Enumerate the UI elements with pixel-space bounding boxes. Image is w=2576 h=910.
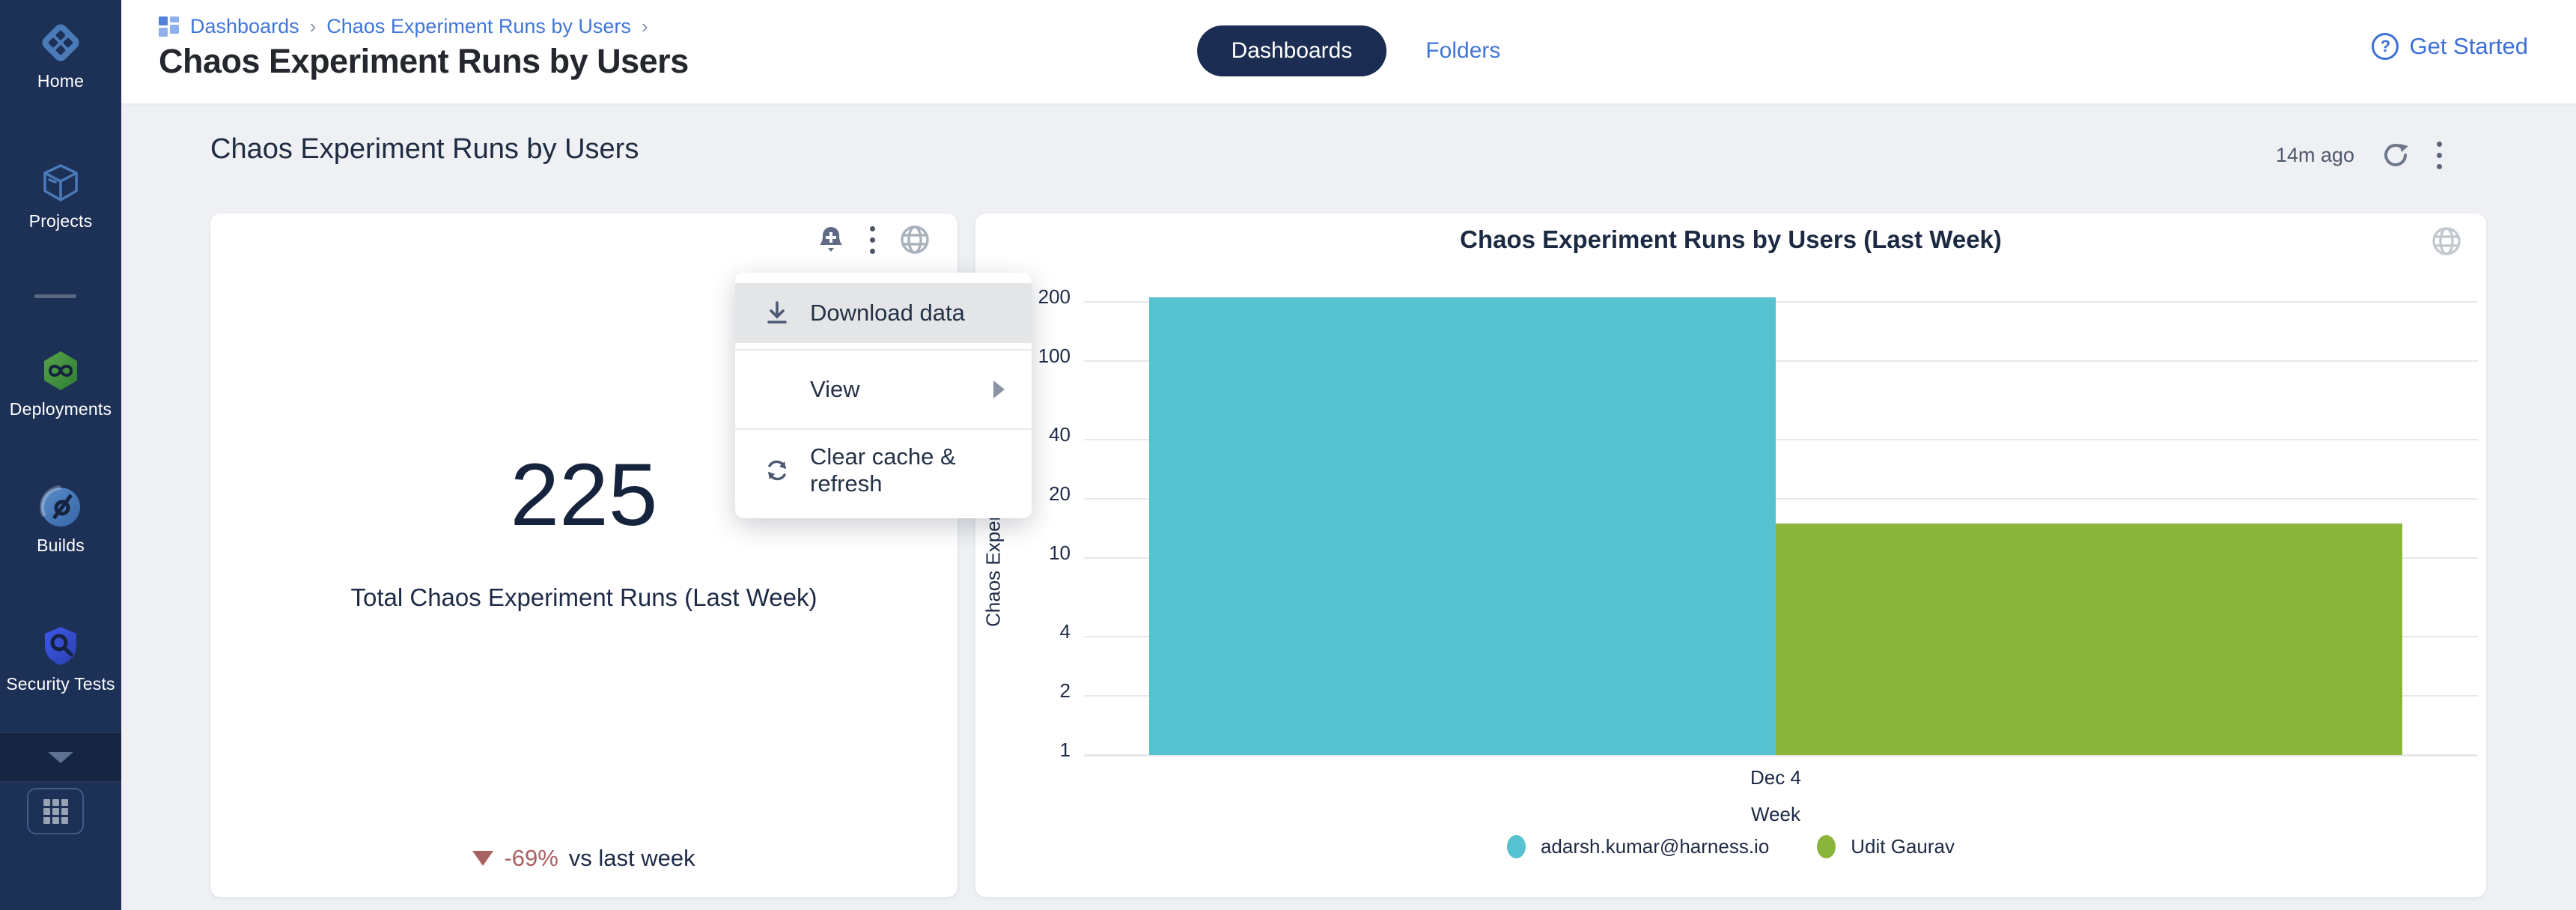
tile-delta: -69% vs last week: [210, 845, 957, 872]
app-root: Home Projects: [0, 0, 2576, 910]
dashboard-meta: 14m ago: [2276, 139, 2442, 171]
sidebar-item-label: Home: [0, 71, 121, 91]
breadcrumb: Dashboards › Chaos Experiment Runs by Us…: [159, 15, 648, 38]
sidebar-item-projects[interactable]: Projects: [0, 161, 121, 231]
deployments-cd-icon: [39, 349, 82, 392]
tile-label: Total Chaos Experiment Runs (Last Week): [210, 583, 957, 612]
breadcrumb-link-current[interactable]: Chaos Experiment Runs by Users: [326, 15, 631, 38]
x-axis-title: Week: [1149, 803, 2402, 826]
alert-bell-button[interactable]: [814, 223, 847, 256]
chevron-down-icon: [48, 752, 73, 763]
header-tabs: Dashboards Folders: [1197, 25, 1501, 76]
sidebar-item-label: Builds: [0, 536, 121, 556]
sidebar-divider: [34, 294, 76, 298]
home-icon: [39, 21, 82, 64]
sidebar-item-label: Security Tests: [0, 674, 121, 694]
legend-item[interactable]: Udit Gaurav: [1817, 835, 1955, 858]
refresh-button[interactable]: [2380, 139, 2411, 171]
menu-item-view[interactable]: View: [735, 357, 1032, 422]
menu-item-clear-cache-refresh[interactable]: Clear cache & refresh: [735, 436, 1032, 505]
sidebar-item-label: Projects: [0, 211, 121, 231]
bar-series-1[interactable]: [1149, 297, 1776, 755]
globe-icon: [2429, 224, 2464, 258]
tile-context-menu: Download data View Clear cache & refresh: [735, 273, 1032, 518]
chevron-right-icon: ›: [642, 15, 648, 38]
y-tick-label: 1: [975, 738, 1071, 762]
tab-dashboards[interactable]: Dashboards: [1197, 25, 1387, 76]
kebab-menu-icon: [2437, 142, 2442, 169]
kebab-menu-icon: [870, 226, 875, 254]
chart-legend: adarsh.kumar@harness.io Udit Gaurav: [975, 835, 2486, 858]
cache-refresh-icon: [762, 455, 792, 485]
sidebar-item-builds[interactable]: Builds: [0, 485, 121, 556]
module-picker-button[interactable]: [27, 788, 84, 834]
apps-grid-icon: [43, 799, 68, 824]
x-category-label: Dec 4: [1149, 766, 2402, 789]
tile-globe-button[interactable]: [898, 222, 932, 257]
last-refreshed-label: 14m ago: [2276, 144, 2354, 167]
triangle-down-icon: [472, 851, 493, 866]
delta-suffix: vs last week: [569, 845, 695, 872]
chart-card-runs-by-users: Chaos Experiment Runs by Users (Last Wee…: [975, 213, 2486, 897]
sidebar-item-security-tests[interactable]: Security Tests: [0, 624, 121, 694]
delta-value: -69%: [504, 845, 558, 872]
legend-label: Udit Gaurav: [1851, 835, 1955, 858]
sidebar-item-label: Deployments: [0, 399, 121, 419]
y-tick-label: 2: [975, 679, 1071, 703]
breadcrumb-link-dashboards[interactable]: Dashboards: [190, 15, 299, 38]
sidebar-collapse-band[interactable]: [0, 732, 121, 782]
dashboard-options-button[interactable]: [2437, 142, 2442, 169]
get-started-label: Get Started: [2409, 33, 2528, 60]
refresh-icon: [2380, 139, 2411, 171]
get-started-button[interactable]: ? Get Started: [2372, 33, 2528, 60]
chart-globe-button[interactable]: [2429, 224, 2464, 258]
tile-options-button[interactable]: [870, 226, 875, 254]
legend-dot-icon: [1507, 835, 1526, 858]
dashboard-title: Chaos Experiment Runs by Users: [210, 133, 639, 166]
y-tick-label: 4: [975, 620, 1071, 643]
security-shield-icon: [39, 624, 82, 667]
submenu-arrow-icon: [993, 380, 1005, 398]
menu-item-label: Clear cache & refresh: [810, 443, 1005, 497]
menu-item-label: Download data: [810, 300, 965, 327]
menu-item-download-data[interactable]: Download data: [735, 283, 1032, 343]
legend-item[interactable]: adarsh.kumar@harness.io: [1507, 835, 1769, 858]
projects-cube-icon: [39, 161, 82, 204]
sidebar: Home Projects: [0, 0, 121, 910]
y-tick-label: 10: [975, 542, 1071, 565]
tile-hover-actions: [814, 222, 932, 257]
download-icon: [762, 298, 792, 328]
bar-series-2[interactable]: [1776, 524, 2402, 755]
legend-label: adarsh.kumar@harness.io: [1541, 835, 1769, 858]
chevron-right-icon: ›: [310, 15, 317, 38]
dashboards-grid-icon: [159, 16, 180, 37]
menu-separator: [735, 349, 1032, 351]
bell-plus-icon: [814, 223, 847, 256]
sidebar-item-home[interactable]: Home: [0, 21, 121, 91]
sidebar-item-deployments[interactable]: Deployments: [0, 349, 121, 419]
globe-icon: [898, 222, 932, 257]
menu-item-label: View: [810, 376, 860, 403]
chart-title: Chaos Experiment Runs by Users (Last Wee…: [975, 225, 2486, 254]
builds-ci-icon: [39, 485, 82, 529]
page-title: Chaos Experiment Runs by Users: [159, 42, 689, 81]
menu-separator: [735, 428, 1032, 430]
tab-folders[interactable]: Folders: [1425, 38, 1500, 64]
help-circle-icon: ?: [2372, 33, 2399, 60]
chart-plot-area: [1084, 288, 2478, 755]
top-header: Dashboards › Chaos Experiment Runs by Us…: [121, 0, 2576, 105]
legend-dot-icon: [1817, 835, 1836, 858]
